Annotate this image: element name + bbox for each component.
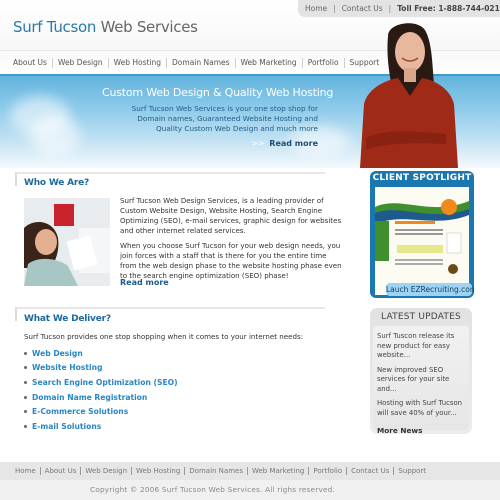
service-item[interactable]: E-Commerce Solutions — [24, 404, 178, 419]
banner-read-more-link[interactable]: >> Read more — [251, 139, 318, 148]
nav-item-portfolio[interactable]: Portfolio — [301, 57, 344, 68]
logo-primary: Surf Tucson — [13, 18, 97, 36]
toll-free-number: Toll Free: 1-888-744-0213 — [397, 4, 500, 13]
service-link[interactable]: Web Design — [32, 349, 83, 358]
bullet-icon — [24, 410, 27, 414]
bullet-icon — [24, 380, 27, 384]
who-we-are-heading: Who We Are? — [24, 178, 90, 188]
footer-link-domain-names[interactable]: Domain Names — [184, 467, 247, 475]
double-arrow-icon: >> — [251, 139, 265, 148]
footer-link-support[interactable]: Support — [393, 467, 430, 475]
service-item[interactable]: Domain Name Registration — [24, 390, 178, 405]
update-item[interactable]: New improved SEO services for your site … — [377, 366, 469, 395]
who-paragraph: When you choose Surf Tucson for your web… — [120, 241, 342, 280]
office-worker-photo — [24, 198, 110, 286]
read-more-label: Read more — [269, 139, 318, 148]
service-item[interactable]: Web Design — [24, 346, 178, 361]
top-links-bar: Home | Contact Us | Toll Free: 1-888-744… — [298, 0, 500, 17]
top-link-contact[interactable]: Contact Us — [342, 4, 383, 13]
client-spotlight-panel: CLIENT SPOTLIGHT Lauch EZRecruiting.com — [370, 171, 474, 298]
who-paragraph: Surf Tucson Web Design Services, is a le… — [120, 196, 342, 235]
banner-description: Surf Tucson Web Services is your one sto… — [131, 104, 318, 133]
launch-client-site-button[interactable]: Lauch EZRecruiting.com — [386, 283, 474, 296]
bullet-icon — [24, 351, 27, 355]
divider: | — [388, 4, 392, 13]
service-item[interactable]: Website Hosting — [24, 361, 178, 376]
latest-updates-panel: LATEST UPDATES Surf Tuscon release its n… — [370, 308, 472, 435]
footer-link-web-hosting[interactable]: Web Hosting — [131, 467, 184, 475]
cloud-decoration — [30, 116, 80, 156]
what-we-deliver-heading: What We Deliver? — [24, 314, 111, 324]
logo-secondary: Web Services — [100, 18, 198, 36]
spokesperson-photo — [360, 23, 458, 168]
nav-item-web-marketing[interactable]: Web Marketing — [234, 57, 302, 68]
nav-item-domain-names[interactable]: Domain Names — [166, 57, 235, 68]
deliver-intro: Surf Tucson provides one stop shopping w… — [24, 332, 304, 341]
footer-link-contact-us[interactable]: Contact Us — [346, 467, 393, 475]
service-link[interactable]: E-mail Solutions — [32, 422, 101, 431]
divider: | — [333, 4, 336, 13]
service-link[interactable]: E-Commerce Solutions — [32, 407, 128, 416]
footer-link-web-marketing[interactable]: Web Marketing — [246, 467, 308, 475]
updates-list: Surf Tuscon release its new product for … — [373, 326, 469, 435]
footer-link-home[interactable]: Home — [15, 467, 40, 475]
client-website-screenshot[interactable] — [375, 187, 469, 295]
footer-link-about-us[interactable]: About Us — [39, 467, 81, 475]
who-we-are-text: Surf Tucson Web Design Services, is a le… — [120, 196, 345, 286]
nav-item-about-us[interactable]: About Us — [13, 58, 52, 68]
nav-item-web-hosting[interactable]: Web Hosting — [107, 57, 166, 68]
footer-link-web-design[interactable]: Web Design — [80, 467, 131, 475]
bullet-icon — [24, 366, 27, 370]
service-link[interactable]: Domain Name Registration — [32, 393, 147, 402]
services-list: Web Design Website Hosting Search Engine… — [24, 346, 178, 434]
service-item[interactable]: Search Engine Optimization (SEO) — [24, 375, 178, 390]
service-item[interactable]: E-mail Solutions — [24, 419, 178, 434]
latest-updates-title: LATEST UPDATES — [381, 312, 461, 322]
who-read-more-link[interactable]: Read more — [120, 278, 169, 287]
logo[interactable]: Surf Tucson Web Services — [13, 18, 198, 36]
update-item[interactable]: Surf Tuscon release its new product for … — [377, 332, 469, 361]
copyright-text: Copyright © 2006 Surf Tucson Web Service… — [0, 480, 500, 500]
client-spotlight-title: CLIENT SPOTLIGHT — [372, 173, 472, 183]
banner-title: Custom Web Design & Quality Web Hosting — [102, 86, 334, 99]
footer-link-portfolio[interactable]: Portfolio — [308, 467, 346, 475]
footer-nav: Home About Us Web Design Web Hosting Dom… — [0, 462, 500, 480]
nav-item-web-design[interactable]: Web Design — [51, 57, 108, 68]
service-link[interactable]: Website Hosting — [32, 363, 102, 372]
top-link-home[interactable]: Home — [305, 4, 327, 13]
more-news-link[interactable]: More News — [377, 426, 469, 435]
bullet-icon — [24, 424, 27, 428]
update-item[interactable]: Hosting with Surf Tucson will save 40% o… — [377, 399, 469, 418]
bullet-icon — [24, 395, 27, 399]
service-link[interactable]: Search Engine Optimization (SEO) — [32, 378, 178, 387]
